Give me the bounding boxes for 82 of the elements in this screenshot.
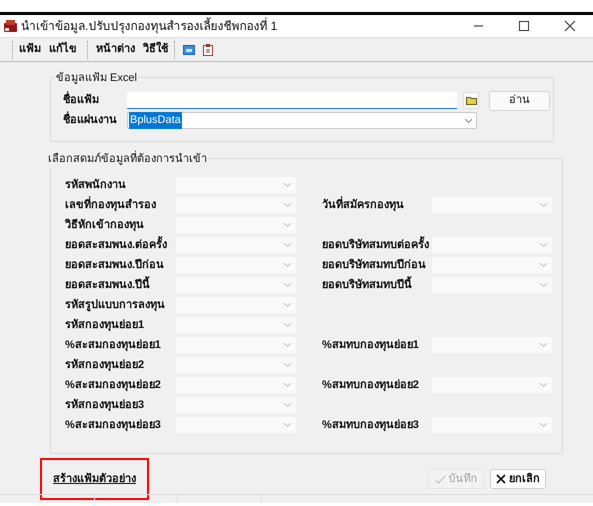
column-combo-box[interactable]: [176, 317, 296, 333]
field-label: ยอดสะสมพนง.ปีก่อน: [65, 258, 166, 273]
sheet-combo-box[interactable]: BplusData: [127, 112, 477, 129]
chevron-down-icon: [540, 343, 547, 347]
field-label: รหัสกองทุนย่อย2: [65, 358, 146, 374]
field-label: %สมทบกองทุนย่อย3: [322, 418, 420, 434]
column-combo-box[interactable]: [432, 257, 552, 273]
column-combo-box[interactable]: [176, 397, 296, 413]
column-combo-box[interactable]: [432, 237, 552, 253]
chevron-down-icon: [284, 183, 291, 187]
chevron-down-icon: [284, 403, 291, 407]
column-combo-box[interactable]: [432, 337, 552, 353]
column-combo-box[interactable]: [176, 377, 296, 393]
column-combo-box[interactable]: [432, 197, 552, 213]
close-icon: [496, 474, 506, 484]
field-label: รหัสกองทุนย่อย1: [65, 318, 146, 334]
window-icon[interactable]: [183, 44, 195, 54]
column-combo-box[interactable]: [432, 277, 552, 293]
column-combo-box[interactable]: [176, 217, 296, 233]
chevron-down-icon: [284, 223, 291, 227]
folder-icon: [466, 96, 476, 105]
chevron-down-icon: [540, 383, 547, 387]
field-label: %สะสมกองทุนย่อย1: [65, 338, 162, 354]
field-label: วิธีหักเข้ากองทุน: [65, 218, 145, 234]
chevron-down-icon: [540, 423, 547, 427]
field-label: ยอดบริษัทสมทบปีก่อน: [322, 258, 427, 273]
chevron-down-icon: [284, 383, 291, 387]
menu-item[interactable]: แฟ้ม: [19, 41, 41, 58]
column-combo-box[interactable]: [176, 417, 296, 433]
clipboard-icon[interactable]: [203, 44, 213, 56]
field-label: รหัสกองทุนย่อย3: [65, 398, 146, 414]
chevron-down-icon: [284, 263, 291, 267]
column-combo-box[interactable]: [176, 337, 296, 353]
file-name-field[interactable]: [127, 92, 457, 109]
check-icon: [434, 474, 446, 484]
column-combo-box[interactable]: [176, 197, 296, 213]
field-label: %สมทบกองทุนย่อย2: [322, 378, 420, 394]
chevron-down-icon: [284, 303, 291, 307]
read-button[interactable]: อ่าน: [489, 90, 550, 110]
chevron-down-icon: [284, 203, 291, 207]
app-icon: [3, 19, 19, 33]
field-label: รหัสรูปแบบการลงทุน: [65, 298, 166, 314]
chevron-down-icon: [284, 243, 291, 247]
chevron-down-icon: [284, 423, 291, 427]
browse-button[interactable]: [463, 92, 479, 109]
chevron-down-icon: [284, 363, 291, 367]
field-label: ชื่อแฟ้ม: [63, 92, 127, 109]
field-label: ยอดสะสมพนง.ปีนี้: [65, 276, 176, 294]
chevron-down-icon: [465, 118, 472, 122]
field-label: ชื่อแผ่นงาน: [63, 112, 127, 129]
chevron-down-icon: [284, 283, 291, 287]
column-combo-box[interactable]: [176, 297, 296, 313]
sample-file-link[interactable]: สร้างแฟ้มตัวอย่าง: [40, 458, 149, 500]
group-title: เลือกสดมภ์ข้อมูลที่ต้องการนำเข้า: [47, 151, 208, 168]
menu-item[interactable]: แก้ไข: [49, 41, 77, 58]
column-combo-box[interactable]: [176, 177, 296, 193]
column-combo-box[interactable]: [176, 277, 296, 293]
field-label: รหัสพนักงาน: [65, 178, 127, 193]
field-label: %สะสมกองทุนย่อย3: [65, 418, 162, 434]
chevron-down-icon: [284, 323, 291, 327]
field-label: %สมทบกองทุนย่อย1: [322, 338, 420, 354]
group-title: ข้อมูลแฟ้ม Excel: [55, 70, 138, 86]
column-combo-box[interactable]: [176, 237, 296, 253]
field-label: ยอดบริษัทสมทบปีนี้: [322, 276, 432, 294]
field-label: %สะสมกองทุนย่อย2: [65, 378, 162, 394]
column-combo-box[interactable]: [176, 257, 296, 273]
field-label: เลขที่กองทุนสำรอง: [65, 196, 176, 214]
window-title: นำเข้าข้อมูล.ปรับปรุงกองทุนสำรองเลี้ยงชีพกองที่ 1: [21, 17, 278, 35]
chevron-down-icon: [540, 283, 547, 287]
chevron-down-icon: [284, 343, 291, 347]
menu-item[interactable]: หน้าต่าง: [96, 41, 135, 58]
field-label: ยอดสะสมพนง.ต่อครั้ง: [65, 236, 176, 254]
column-combo-box[interactable]: [432, 377, 552, 393]
column-combo-box[interactable]: [432, 417, 552, 433]
chevron-down-icon: [540, 263, 547, 267]
menu-item[interactable]: วิธีใช้: [143, 41, 168, 58]
column-combo-box[interactable]: [176, 357, 296, 373]
field-label: วันที่สมัครกองทุน: [322, 196, 432, 214]
chevron-down-icon: [540, 243, 547, 247]
chevron-down-icon: [540, 203, 547, 207]
field-label: ยอดบริษัทสมทบต่อครั้ง: [322, 236, 432, 254]
cancel-button[interactable]: ยกเลิก: [490, 469, 546, 489]
